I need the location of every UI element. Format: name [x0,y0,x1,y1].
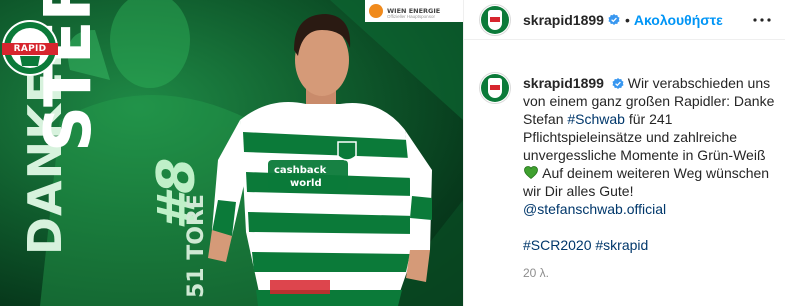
club-crest-icon [481,74,509,102]
svg-text:world: world [290,178,322,189]
header-separator: • [624,11,630,28]
avatar[interactable] [479,3,511,36]
post-header: skrapid1899 • Ακολουθήστε [464,0,785,40]
post-side-panel: skrapid1899 • Ακολουθήστε skrapid1899 Wi… [463,0,785,306]
caption-avatar[interactable] [479,72,511,104]
verified-badge-icon [608,13,620,26]
goals-count-text: 51 TORE [184,194,209,298]
green-heart-icon [524,165,538,180]
hashtag-link[interactable]: #skrapid [595,237,648,253]
post-timestamp[interactable]: 20 λ. [523,266,779,280]
club-crest-icon [481,5,509,34]
post-image[interactable]: cashback world DANKE! STEFAN #8 51 TORE … [0,0,463,306]
caption-text-part-3: Auf deinem weiteren Weg wünschen wir Dir… [523,165,770,199]
caption-username[interactable]: skrapid1899 [523,75,604,91]
club-crest-icon: RAPID [2,20,58,76]
header-username[interactable]: skrapid1899 [523,12,604,28]
caption-text: skrapid1899 Wir verabschieden uns von ei… [523,74,779,280]
sponsor-logo-icon [369,4,383,18]
mention-link[interactable]: @stefanschwab.official [523,201,666,217]
hashtag-link[interactable]: #SCR2020 [523,237,592,253]
svg-text:cashback: cashback [274,165,327,176]
caption-row: skrapid1899 Wir verabschieden uns von ei… [479,72,779,280]
club-badge-text: RAPID [2,43,58,55]
more-options-icon[interactable] [752,10,772,30]
follow-button[interactable]: Ακολουθήστε [634,12,723,28]
verified-badge-icon [612,78,624,90]
hashtag-link[interactable]: #Schwab [567,111,625,127]
sponsor-badge: WIEN ENERGIE Offizieller Hauptsponsor [365,0,463,22]
sponsor-subtitle: Offizieller Hauptsponsor [387,14,435,19]
hashtag-line: #SCR2020 #skrapid [523,236,779,254]
